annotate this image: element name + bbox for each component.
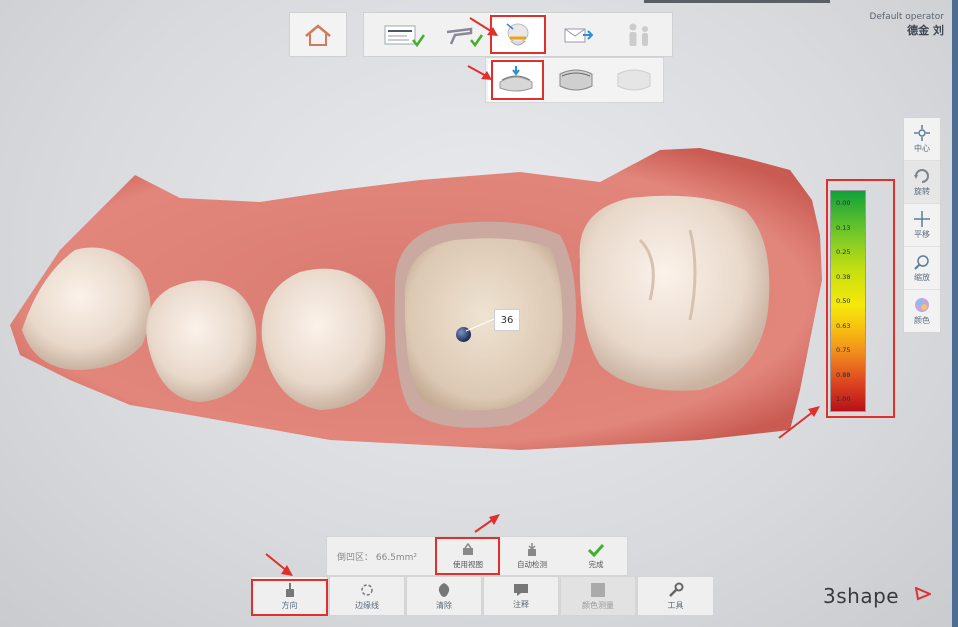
clear-button[interactable]: 清除	[406, 576, 482, 616]
shade-measure-icon	[591, 582, 605, 597]
auto-detect-button[interactable]: 自动检测	[501, 537, 563, 575]
rotate-button[interactable]: 旋转	[904, 161, 940, 204]
clear-icon	[438, 582, 450, 597]
center-icon	[914, 125, 930, 141]
operator-name: 德金 刘	[907, 24, 944, 37]
dental-model-view[interactable]	[0, 140, 830, 460]
step-send[interactable]	[549, 13, 605, 56]
zoom-label: 缩放	[914, 273, 930, 282]
undercut-toolbar: 倒凹区： 66.5mm² 使用视图 自动检测 完成	[326, 536, 628, 576]
substep-upper-model[interactable]	[548, 59, 604, 101]
send-icon	[564, 28, 594, 42]
operator-info: Default operator 德金 刘	[870, 12, 944, 38]
marker-leader-line	[465, 318, 495, 332]
color-icon	[915, 298, 929, 312]
tools-label: 工具	[667, 600, 684, 610]
step-order-form[interactable]	[372, 13, 432, 56]
pointer-arrow-direction	[265, 553, 293, 576]
undercut-area-text: 倒凹区： 66.5mm²	[337, 553, 418, 563]
rotate-label: 旋转	[914, 187, 930, 196]
done-label: 完成	[588, 559, 604, 569]
sub-steps	[485, 57, 664, 103]
highlight-substep	[491, 60, 544, 100]
annotation-button[interactable]: 注释	[483, 576, 559, 616]
pointer-arrow-top-2	[467, 65, 492, 80]
margin-line-icon	[361, 583, 373, 596]
home-icon	[305, 23, 331, 46]
view-tools-panel: 中心 旋转 平移 缩放 颜色	[903, 117, 941, 333]
annotation-label: 注释	[513, 599, 529, 609]
shade-measure-button[interactable]: 颜色测量	[560, 576, 636, 616]
substep-lower-model[interactable]	[606, 59, 662, 101]
center-button[interactable]: 中心	[904, 118, 940, 161]
highlight-direction	[251, 579, 328, 616]
center-label: 中心	[914, 144, 930, 153]
color-button[interactable]: 颜色	[904, 290, 940, 332]
auto-detect-icon	[528, 542, 536, 556]
zoom-icon	[914, 255, 929, 270]
margin-line-label: 边缘线	[355, 600, 379, 610]
operator-label: Default operator	[869, 12, 944, 22]
tools-button[interactable]: 工具	[637, 576, 714, 616]
clear-label: 清除	[436, 600, 452, 610]
people-icon	[629, 23, 648, 46]
model-disabled-icon	[617, 69, 651, 91]
form-icon	[384, 25, 425, 47]
model-icon	[559, 69, 593, 91]
zoom-button[interactable]: 缩放	[904, 247, 940, 290]
rotate-icon	[914, 169, 929, 183]
brand-triangle-icon	[915, 587, 931, 601]
shade-measure-label: 颜色测量	[582, 600, 614, 610]
pointer-arrow-top-1	[469, 17, 498, 36]
annotation-icon	[514, 583, 528, 596]
pan-icon	[914, 211, 930, 227]
pan-button[interactable]: 平移	[904, 204, 940, 247]
pointer-arrow-use-view	[474, 514, 500, 533]
color-label: 颜色	[914, 316, 930, 325]
brand-logo: 3shape	[823, 584, 900, 608]
main-toolbar: 方向 边缘线 清除 注释 颜色测量 工具	[251, 576, 714, 616]
workflow-steps	[363, 12, 673, 57]
home-button[interactable]	[289, 12, 347, 57]
right-edge-bar	[952, 0, 958, 627]
pan-label: 平移	[914, 230, 930, 239]
check-icon	[587, 543, 605, 557]
margin-line-button[interactable]: 边缘线	[329, 576, 405, 616]
auto-detect-label: 自动检测	[517, 559, 547, 569]
pointer-arrow-scale	[778, 406, 820, 439]
wrench-icon	[668, 582, 683, 597]
tooth-number-label: 36	[494, 309, 520, 331]
top-strip	[644, 0, 830, 3]
highlight-use-view	[435, 537, 500, 575]
step-patient[interactable]	[610, 13, 668, 56]
done-button[interactable]: 完成	[565, 537, 627, 575]
highlight-color-scale	[826, 179, 895, 418]
